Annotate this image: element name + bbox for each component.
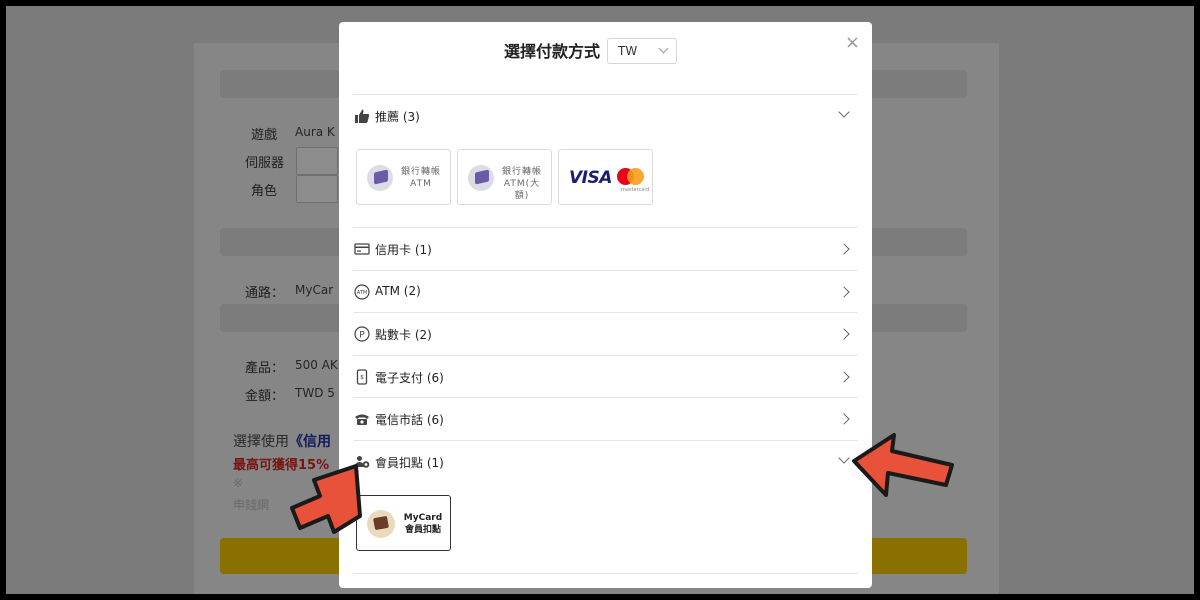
mastercard-logo [617,168,645,186]
bank-transfer-icon [367,165,393,191]
telephone-icon [355,414,369,425]
promo-notice: 選擇使用《信用 [233,434,331,450]
channel-value: MyCar [295,283,334,297]
role-select[interactable] [296,175,338,203]
chevron-right-icon [838,286,850,298]
category-mobile-payment[interactable]: $ 電子支付 (6) [353,356,858,398]
tile-label: MyCard 會員扣點 [403,513,443,535]
mycard-member-points-tile[interactable]: MyCard 會員扣點 [356,495,451,551]
product-label: 產品： [245,361,285,376]
chevron-right-icon [838,413,850,425]
chevron-right-icon [838,371,850,383]
category-label: 信用卡 (1) [375,243,432,257]
bank-transfer-atm-tile[interactable]: 銀行轉帳 ATM [356,149,451,205]
region-select[interactable]: TW [607,38,677,64]
mycard-icon [367,510,395,538]
tile-label: 銀行轉帳 ATM [400,167,441,189]
chevron-down-icon [838,106,850,118]
divider [353,573,858,574]
server-label: 伺服器 [245,156,285,171]
category-label: ATM (2) [375,284,421,298]
svg-text:ATM: ATM [357,290,367,296]
annotation-arrow-icon [290,464,362,534]
points-card-icon: P [354,326,370,342]
category-credit-card[interactable]: 信用卡 (1) [353,228,858,270]
chevron-right-icon [838,243,850,255]
notice-gray: 申錢網 [233,498,270,512]
category-label: 推薦 (3) [375,110,420,124]
mastercard-text: mastercard [621,187,650,193]
category-label: 電子支付 (6) [375,371,444,385]
svg-text:P: P [359,331,365,341]
category-atm[interactable]: ATM ATM (2) [353,271,858,313]
region-value: TW [618,44,638,58]
amount-label: 金額： [245,389,285,404]
chevron-right-icon [838,328,850,340]
notice-gray: ※ [233,476,244,490]
role-label: 角色 [251,184,278,199]
visa-logo: VISA [569,168,612,188]
modal-title: 選擇付款方式 [504,42,601,61]
screen: 遊戲 Aura K 伺服器 角色 通路： MyCar 產品： 500 AK 金額… [6,6,1194,594]
game-value: Aura K [295,125,335,139]
server-select[interactable] [296,147,338,175]
category-recommended[interactable]: 推薦 (3) [353,95,858,137]
atm-icon: ATM [354,284,370,300]
product-value: 500 AK [295,358,338,372]
chevron-down-icon [658,43,669,54]
category-points-card[interactable]: P 點數卡 (2) [353,313,858,355]
category-label: 會員扣點 (1) [375,456,444,470]
visa-mastercard-tile[interactable]: VISA mastercard [558,149,653,205]
svg-text:$: $ [360,374,364,381]
category-label: 點數卡 (2) [375,328,432,342]
annotation-arrow-icon [852,433,954,497]
tile-label: 銀行轉帳 ATM(大額) [501,167,542,201]
game-label: 遊戲 [251,128,278,143]
payment-method-modal: 選擇付款方式 TW × 推薦 (3) 銀行轉帳 ATM 銀行轉帳 ATM(大額) V… [339,22,872,588]
category-member-points[interactable]: 會員扣點 (1) [353,441,858,483]
amount-value: TWD 5 [295,386,335,400]
thumbs-up-icon [355,109,370,123]
category-label: 電信市話 (6) [375,413,444,427]
bank-transfer-icon [468,165,494,191]
close-icon[interactable]: × [845,32,860,53]
channel-label: 通路： [245,286,285,301]
category-telephone[interactable]: 電信市話 (6) [353,398,858,440]
mobile-payment-icon: $ [356,369,368,385]
credit-card-icon [354,243,370,255]
bank-transfer-atm-large-tile[interactable]: 銀行轉帳 ATM(大額) [457,149,552,205]
